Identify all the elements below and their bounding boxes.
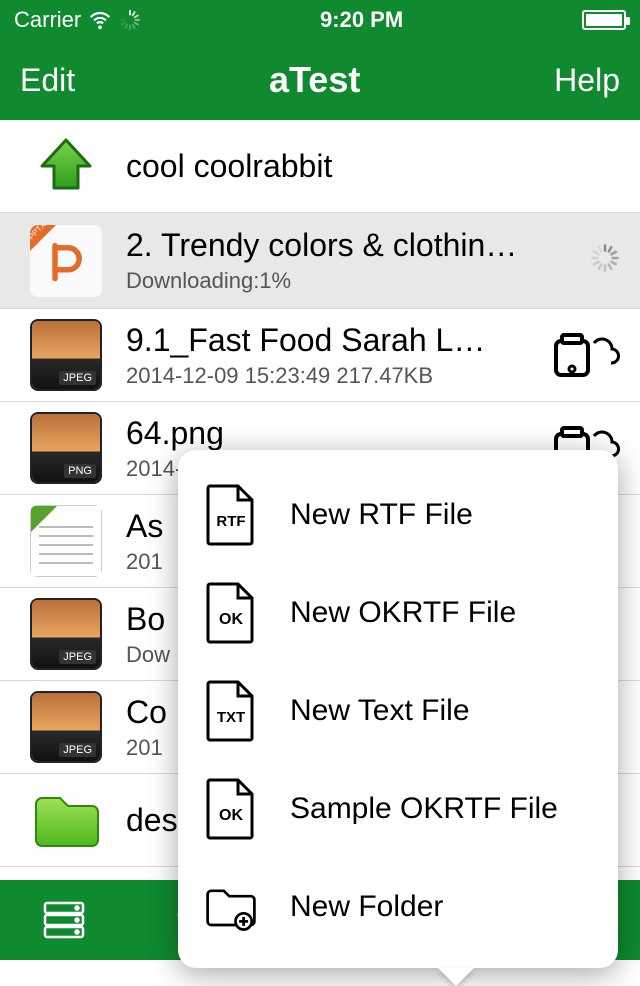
carrier-label: Carrier	[14, 7, 81, 33]
cloud-sync-icon[interactable]	[550, 327, 620, 384]
popover-item-label: New Folder	[290, 890, 443, 924]
file-thumb-jpeg: JPEG	[30, 691, 102, 763]
activity-spinner-icon	[119, 9, 141, 31]
folder-icon	[30, 784, 102, 856]
row-title: 9.1_Fast Food Sarah L…	[126, 322, 538, 359]
file-thumb-jpeg: JPEG	[30, 319, 102, 391]
popover-item-label: New OKRTF File	[290, 596, 516, 630]
file-okrtf-icon: OK	[204, 582, 258, 644]
svg-text:RTF: RTF	[216, 513, 245, 530]
popover-item-sample-okrtf[interactable]: OK Sample OKRTF File	[178, 760, 618, 858]
battery-icon	[582, 10, 626, 30]
servers-button[interactable]	[32, 888, 96, 952]
row-title: 2. Trendy colors & clothin…	[126, 227, 578, 264]
list-item[interactable]: PPTX 2. Trendy colors & clothin… Downloa…	[0, 213, 640, 309]
popover-item-label: Sample OKRTF File	[290, 792, 558, 826]
edit-button[interactable]: Edit	[20, 62, 75, 99]
popover-item-label: New Text File	[290, 694, 470, 728]
file-txt-icon: TXT	[204, 680, 258, 742]
row-title: cool coolrabbit	[126, 148, 620, 185]
page-title: aTest	[269, 59, 360, 101]
popover-item-new-okrtf[interactable]: OK New OKRTF File	[178, 564, 618, 662]
row-subtitle: Downloading:1%	[126, 268, 578, 294]
nav-bar: Edit aTest Help	[0, 40, 640, 120]
new-folder-icon	[204, 876, 258, 938]
file-thumb-text	[30, 505, 102, 577]
row-title: 64.png	[126, 415, 538, 452]
loading-spinner-icon	[590, 243, 620, 278]
file-thumb-png: PNG	[30, 412, 102, 484]
row-subtitle: 2014-12-09 15:23:49 217.47KB	[126, 363, 538, 389]
help-button[interactable]: Help	[554, 62, 620, 99]
popover-item-new-text[interactable]: TXT New Text File	[178, 662, 618, 760]
popover-item-new-rtf[interactable]: RTF New RTF File	[178, 466, 618, 564]
file-thumb-pptx: PPTX	[30, 225, 102, 297]
svg-text:TXT: TXT	[217, 709, 245, 726]
list-item[interactable]: JPEG 9.1_Fast Food Sarah L… 2014-12-09 1…	[0, 309, 640, 402]
status-bar: Carrier 9:20 PM	[0, 0, 640, 40]
up-arrow-icon	[30, 130, 102, 202]
list-item-up[interactable]: cool coolrabbit	[0, 120, 640, 213]
new-item-popover: RTF New RTF File OK New OKRTF File TXT N…	[178, 450, 618, 968]
file-rtf-icon: RTF	[204, 484, 258, 546]
file-okrtf-icon: OK	[204, 778, 258, 840]
wifi-icon	[89, 9, 111, 31]
popover-item-new-folder[interactable]: New Folder	[178, 858, 618, 956]
svg-text:OK: OK	[219, 807, 243, 824]
clock: 9:20 PM	[320, 7, 403, 33]
file-thumb-jpeg: JPEG	[30, 598, 102, 670]
svg-text:OK: OK	[219, 611, 243, 628]
popover-item-label: New RTF File	[290, 498, 473, 532]
